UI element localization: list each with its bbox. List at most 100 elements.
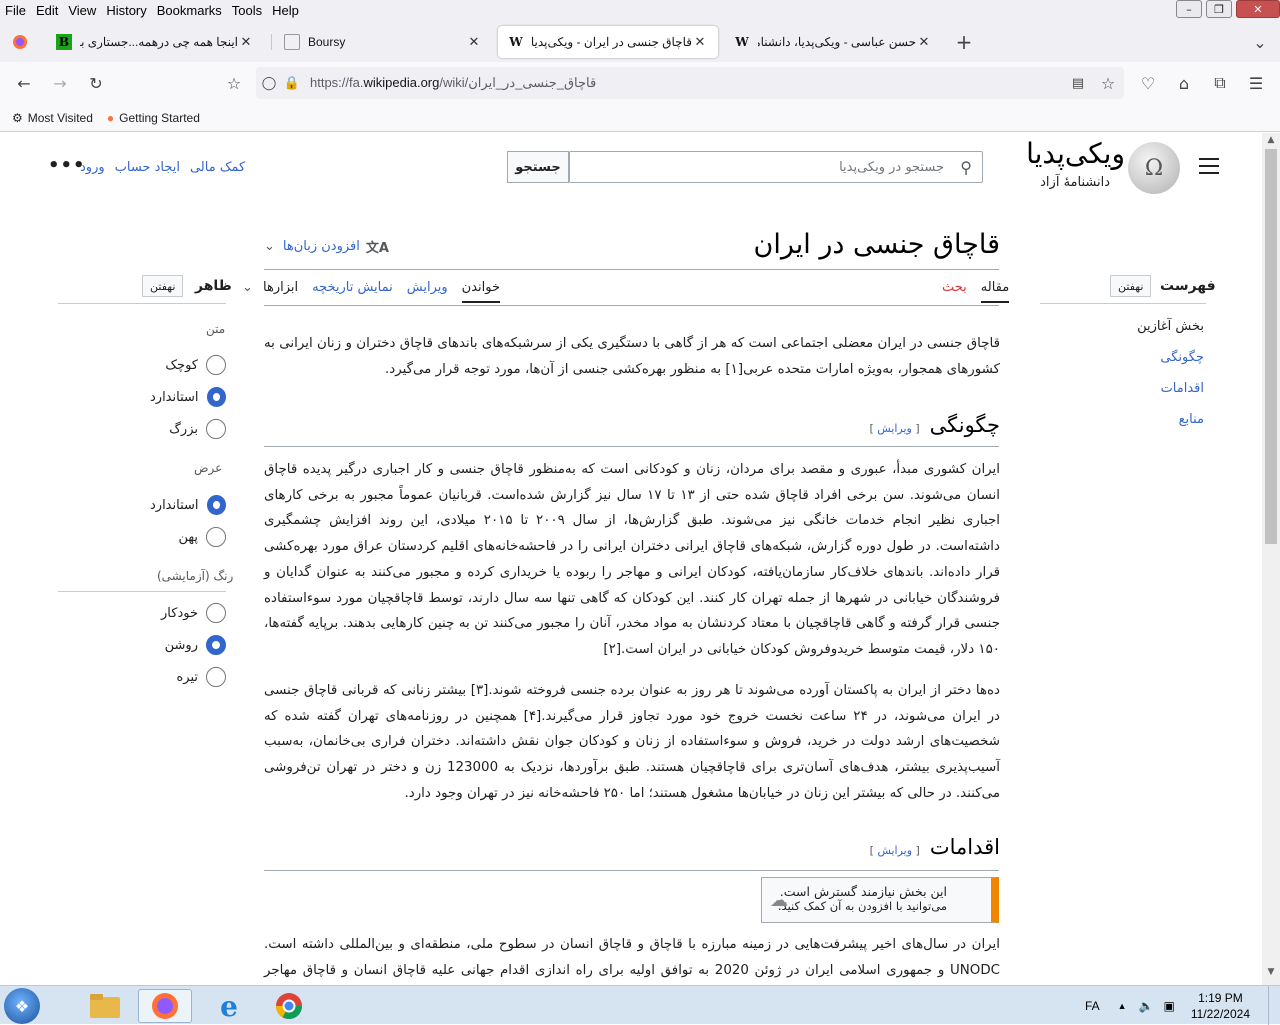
scrollbar-thumb[interactable] [1265,149,1277,544]
bookmark-most-visited[interactable]: ⚙ Most Visited [12,111,93,125]
menu-bar: File Edit View History Bookmarks Tools H… [0,0,1280,20]
close-tab-icon[interactable]: ✕ [466,34,482,50]
clock[interactable]: 1:19 PM 11/22/2024 [1191,990,1250,1022]
home-icon[interactable]: ⌂ [1168,67,1200,99]
radio-label: استاندارد [150,497,199,513]
namespace-tabs: مقاله بحث [942,280,1010,303]
list-tabs-icon[interactable]: ⌄ [1244,26,1276,58]
firefox-taskbar-icon[interactable] [138,989,192,1023]
menu-history[interactable]: History [101,3,151,18]
radio-button[interactable] [206,419,226,439]
radio-color-auto[interactable]: خودکار [150,602,226,624]
reload-icon[interactable]: ↻ [80,67,112,99]
menu-view[interactable]: View [63,3,101,18]
maximize-button[interactable]: ❐ [1206,0,1232,18]
app-menu-icon[interactable]: ☰ [1240,67,1272,99]
how-paragraph-2: ده‌ها دختر از ایران به پاکستان آورده می‌… [264,683,1001,801]
close-window-button[interactable]: ✕ [1236,0,1280,18]
toc-item-actions[interactable]: اقدامات [1161,381,1204,396]
close-tab-icon[interactable]: ✕ [692,34,708,50]
bookmark-getting-started[interactable]: ● Getting Started [107,111,200,125]
radio-text-standard[interactable]: استاندارد [150,386,226,408]
wikipedia-globe-logo[interactable]: Ω [1128,142,1180,194]
page-scrollbar[interactable]: ▲ ▼ [1262,133,1280,985]
menu-bookmarks[interactable]: Bookmarks [152,3,227,18]
input-language[interactable]: FA [1085,999,1100,1013]
search-input[interactable]: جستجو در ویکی‌پدیا ⚲ [569,151,983,183]
donate-link[interactable]: کمک مالی [190,160,245,175]
radio-button[interactable] [206,667,226,687]
main-menu-icon[interactable] [1199,158,1219,179]
tab-tools[interactable]: ابزارها ⌄ [242,280,298,303]
toc-item-how[interactable]: چگونگی [1160,350,1204,365]
notice-line-2: می‌توانید با افزودن به آن کمک کنید. [777,899,947,913]
address-bar[interactable]: ◯ 🔒 https://fa.wikipedia.org/wiki/قاچاق_… [256,67,1124,99]
tab-article[interactable]: مقاله [980,280,1010,303]
tab-history[interactable]: نمایش تاریخچه [312,280,393,303]
scroll-down-icon[interactable]: ▼ [1262,967,1280,983]
radio-button[interactable] [206,635,226,655]
reader-view-icon[interactable]: ▤ [1062,67,1094,99]
tab-edit[interactable]: ویرایش [407,280,448,303]
radio-color-light[interactable]: روشن [150,634,226,656]
tab-aggregator[interactable]: B اینجا همه چی درهمه...جستاری برای ✕ [46,26,264,58]
close-tab-icon[interactable]: ✕ [238,34,254,50]
radio-color-dark[interactable]: تیره [150,666,226,688]
lock-icon[interactable]: 🔒 [282,67,302,99]
tab-read[interactable]: خواندن [461,280,500,303]
radio-width-wide[interactable]: پهن [150,526,226,548]
toc-item-sources[interactable]: منابع [1179,412,1204,427]
show-hidden-icons-icon[interactable]: ▲ [1118,1001,1127,1011]
internet-explorer-icon[interactable]: e [202,989,256,1023]
minimize-button[interactable]: – [1176,0,1202,18]
pocket-icon[interactable]: ♡ [1132,67,1164,99]
menu-help[interactable]: Help [267,3,304,18]
menu-file[interactable]: File [0,3,31,18]
volume-icon[interactable]: 🔈 [1139,999,1154,1013]
heading-text: چگونگی [929,413,1000,437]
network-icon[interactable]: ▣ [1163,999,1174,1013]
more-options-icon[interactable]: ••• [48,155,86,176]
forward-icon[interactable]: → [44,67,76,99]
save-page-icon[interactable]: ☆ [218,67,250,99]
tab-talk[interactable]: بحث [942,280,967,303]
file-explorer-icon[interactable] [78,989,132,1023]
edit-section-link[interactable]: ویرایش [877,844,912,857]
expand-section-notice: ☁ این بخش نیازمند گسترش است. می‌توانید ب… [761,877,999,923]
chrome-icon[interactable] [262,989,316,1023]
create-account-link[interactable]: ایجاد حساب [115,160,180,175]
bookmark-star-icon[interactable]: ☆ [1092,67,1124,99]
close-tab-icon[interactable]: ✕ [916,34,932,50]
appearance-hide-button[interactable]: نهفتن [142,275,184,297]
search-icon: ⚲ [960,158,972,177]
radio-width-standard[interactable]: استاندارد [150,494,226,516]
back-icon[interactable]: ← [8,67,40,99]
toc-item-intro[interactable]: بخش آغازین [1137,319,1204,334]
tab-wikipedia-abbasi[interactable]: W حسن عباسی - ویکی‌پدیا، دانشنامهٔ آزاد … [724,26,942,58]
new-tab-button[interactable]: + [948,26,980,58]
tab-boursy[interactable]: Boursy ✕ [274,26,492,58]
chevron-down-icon: ⌄ [241,280,253,295]
radio-text-large[interactable]: بزرگ [150,418,226,440]
radio-button[interactable] [206,603,226,623]
radio-button[interactable] [206,527,226,547]
wikipedia-wordmark[interactable]: ویکی‌پدیا [1015,137,1125,170]
tracking-shield-icon[interactable]: ◯ [256,67,282,99]
tools-label: ابزارها [263,280,299,295]
add-languages-button[interactable]: ⌄ افزودن زبان‌ها 文A [264,237,389,256]
show-desktop-button[interactable] [1268,986,1280,1025]
search-button[interactable]: جستجو [507,151,569,183]
start-button[interactable]: ❖ [4,988,40,1024]
toc-hide-button[interactable]: نهفتن [1110,275,1152,297]
edit-section-link[interactable]: ویرایش [877,422,912,435]
radio-button[interactable] [206,495,226,515]
firefox-view-icon[interactable] [4,26,36,58]
radio-button[interactable] [206,355,226,375]
radio-text-small[interactable]: کوچک [150,354,226,376]
radio-button[interactable] [206,387,226,407]
url-text[interactable]: https://fa.wikipedia.org/wiki/قاچاق_جنسی… [310,75,596,91]
menu-edit[interactable]: Edit [31,3,63,18]
tab-active-wikipedia[interactable]: W قاچاق جنسی در ایران - ویکی‌پدیا، دانشن… [498,26,718,58]
menu-tools[interactable]: Tools [227,3,267,18]
extensions-icon[interactable]: ⧉ [1204,67,1236,99]
